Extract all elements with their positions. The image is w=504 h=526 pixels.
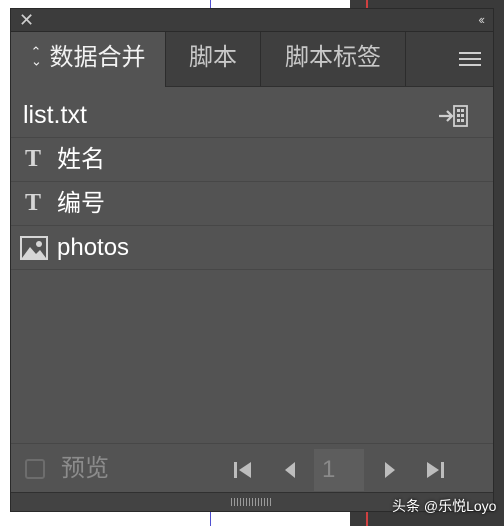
preview-checkbox[interactable] xyxy=(25,459,45,479)
data-source-row: list.txt xyxy=(11,95,493,138)
panel-menu-icon[interactable] xyxy=(459,52,481,70)
list-item[interactable]: T 姓名 xyxy=(11,138,493,182)
record-number-input[interactable]: 1 xyxy=(314,449,364,491)
data-source-file-name: list.txt xyxy=(23,101,87,129)
tab-label: 脚本 xyxy=(189,44,237,71)
list-item[interactable]: T 编号 xyxy=(11,182,493,226)
tab-sort-arrows-icon: ⌃ ⌃ xyxy=(30,43,42,68)
panel-titlebar[interactable]: ✕ ‹‹ xyxy=(11,9,493,32)
tab-script-label[interactable]: 脚本标签 xyxy=(261,32,406,86)
resize-grip-icon[interactable] xyxy=(231,498,271,506)
data-merge-panel: ✕ ‹‹ ⌃ ⌃ 数据合并 脚本 脚本标签 list.txt T 姓名 T 编号… xyxy=(10,8,494,512)
text-field-icon: T xyxy=(25,146,42,172)
tab-label: 数据合并 xyxy=(49,44,146,71)
tab-data-merge[interactable]: ⌃ ⌃ 数据合并 xyxy=(11,32,166,87)
first-record-icon[interactable] xyxy=(233,461,253,484)
tab-label: 脚本标签 xyxy=(285,44,381,71)
field-list: T 姓名 T 编号 photos xyxy=(11,138,493,270)
watermark: 头条 @乐悦Loyo xyxy=(392,498,497,514)
previous-record-icon[interactable] xyxy=(283,461,297,484)
image-field-icon xyxy=(20,236,48,265)
tab-script[interactable]: 脚本 xyxy=(166,32,261,86)
panel-footer: 预览 1 xyxy=(11,443,493,494)
list-item[interactable]: photos xyxy=(11,226,493,270)
tab-bar: ⌃ ⌃ 数据合并 脚本 脚本标签 xyxy=(11,32,493,87)
field-label: photos xyxy=(57,234,130,261)
close-icon[interactable]: ✕ xyxy=(19,9,34,31)
update-data-source-icon[interactable] xyxy=(437,104,469,133)
collapse-panel-icon[interactable]: ‹‹ xyxy=(478,9,485,31)
text-field-icon: T xyxy=(25,190,42,216)
preview-label: 预览 xyxy=(61,455,109,482)
field-label: 姓名 xyxy=(57,146,105,173)
next-record-icon[interactable] xyxy=(383,461,397,484)
last-record-icon[interactable] xyxy=(425,461,445,484)
field-label: 编号 xyxy=(57,190,105,217)
